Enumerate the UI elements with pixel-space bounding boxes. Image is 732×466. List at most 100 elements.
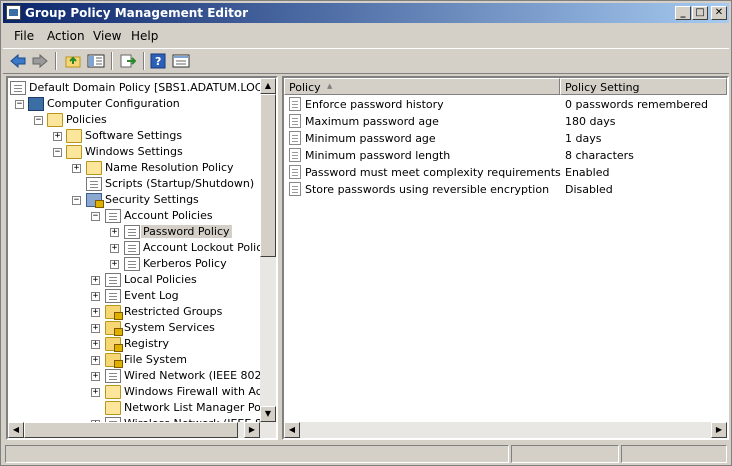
back-icon[interactable]	[8, 51, 28, 71]
toolbar-separator	[111, 52, 113, 70]
expand-toggle[interactable]: +	[91, 276, 100, 285]
tree-item[interactable]: + Name Resolution Policy	[8, 160, 260, 176]
tree-item[interactable]: + System Services	[8, 320, 260, 336]
policy-list-icon	[124, 257, 140, 271]
collapse-toggle[interactable]: −	[53, 148, 62, 157]
console-tree[interactable]: Default Domain Policy [SBS1.ADATUM.LOCAL…	[6, 76, 278, 440]
scroll-left-button[interactable]: ◀	[284, 422, 300, 438]
expand-toggle[interactable]: +	[110, 260, 119, 269]
tree-item-label: Security Settings	[105, 193, 199, 206]
expand-toggle[interactable]: +	[91, 324, 100, 333]
policy-row[interactable]: Store passwords using reversible encrypt…	[284, 181, 727, 198]
export-list-icon[interactable]	[118, 51, 138, 71]
policy-name: Maximum password age	[305, 115, 439, 128]
menu-action[interactable]: Action	[47, 29, 85, 43]
svg-text:?: ?	[155, 55, 161, 68]
scroll-down-button[interactable]: ▼	[260, 406, 276, 422]
policy-list-icon	[124, 225, 140, 239]
policy-value: 8 characters	[565, 149, 634, 162]
tree-item[interactable]: + Password Policy	[8, 224, 260, 240]
tree-item-label: Scripts (Startup/Shutdown)	[105, 177, 255, 190]
expand-toggle[interactable]: +	[91, 372, 100, 381]
tree-item[interactable]: + Event Log	[8, 288, 260, 304]
forward-icon[interactable]	[30, 51, 50, 71]
tree-item-label: System Services	[124, 321, 215, 334]
policy-value: Disabled	[565, 183, 613, 196]
menu-view[interactable]: View	[93, 29, 121, 43]
tree-item-label: Password Policy	[141, 225, 232, 238]
policy-list-icon	[105, 273, 121, 287]
collapse-toggle[interactable]: −	[15, 100, 24, 109]
tree-item[interactable]: + Account Lockout Policy	[8, 240, 269, 256]
computer-icon	[28, 97, 44, 111]
expand-toggle[interactable]: +	[91, 292, 100, 301]
expand-toggle[interactable]: +	[53, 132, 62, 141]
policy-row[interactable]: Minimum password length 8 characters	[284, 147, 727, 164]
maximize-button[interactable]: □	[692, 6, 708, 20]
expand-toggle[interactable]: +	[91, 356, 100, 365]
column-header-policy-setting[interactable]: Policy Setting	[560, 78, 727, 95]
tree-item[interactable]: − Computer Configuration	[8, 96, 260, 112]
policy-row[interactable]: Password must meet complexity requiremen…	[284, 164, 727, 181]
scroll-left-button[interactable]: ◀	[8, 422, 24, 438]
policy-setting-icon	[289, 114, 301, 128]
properties-icon[interactable]	[171, 51, 191, 71]
tree-item[interactable]: + Registry	[8, 336, 260, 352]
folder-icon	[105, 401, 121, 415]
policy-row[interactable]: Enforce password history 0 passwords reme…	[284, 96, 727, 113]
expand-toggle[interactable]: +	[72, 164, 81, 173]
menu-help[interactable]: Help	[131, 29, 158, 43]
tree-item[interactable]: − Policies	[8, 112, 260, 128]
minimize-button[interactable]: _	[675, 6, 691, 20]
policy-value: 1 days	[565, 132, 602, 145]
expand-toggle[interactable]: +	[91, 388, 100, 397]
scroll-right-button[interactable]: ▶	[244, 422, 260, 438]
title-bar[interactable]: Group Policy Management Editor _ □ ✕	[3, 3, 729, 23]
list-horizontal-scrollbar[interactable]: ◀ ▶	[284, 422, 727, 438]
tree-item[interactable]: + Local Policies	[8, 272, 260, 288]
policy-name: Minimum password age	[305, 132, 436, 145]
scroll-up-button[interactable]: ▲	[260, 78, 276, 94]
collapse-toggle[interactable]: −	[72, 196, 81, 205]
tree-item[interactable]: + Software Settings	[8, 128, 260, 144]
tree-item-label: Local Policies	[124, 273, 197, 286]
tree-item[interactable]: + Windows Firewall with Advar	[8, 384, 276, 400]
up-folder-icon[interactable]	[63, 51, 83, 71]
policy-row[interactable]: Minimum password age 1 days	[284, 130, 727, 147]
scroll-thumb[interactable]	[260, 94, 276, 257]
scroll-thumb[interactable]	[24, 422, 238, 438]
collapse-toggle[interactable]: −	[91, 212, 100, 221]
tree-item[interactable]: − Windows Settings	[8, 144, 260, 160]
column-header-policy[interactable]: Policy ▲	[284, 78, 560, 95]
expand-toggle[interactable]: +	[110, 244, 119, 253]
toolbar-separator	[143, 52, 145, 70]
tree-item[interactable]: + File System	[8, 352, 260, 368]
folder-lock-icon	[105, 305, 123, 320]
tree-item-label: Computer Configuration	[47, 97, 180, 110]
app-icon[interactable]	[6, 5, 21, 20]
policy-list-icon	[105, 289, 121, 303]
tree-item[interactable]: Default Domain Policy [SBS1.ADATUM.LOCAL…	[8, 80, 276, 96]
tree-item[interactable]: − Security Settings	[8, 192, 260, 208]
menu-file[interactable]: File	[14, 29, 34, 43]
tree-item[interactable]: Network List Manager Policie	[8, 400, 276, 416]
scroll-right-button[interactable]: ▶	[711, 422, 727, 438]
tree-vertical-scrollbar[interactable]: ▲ ▼	[260, 78, 276, 422]
collapse-toggle[interactable]: −	[34, 116, 43, 125]
close-button[interactable]: ✕	[711, 6, 727, 20]
tree-item[interactable]: + Kerberos Policy	[8, 256, 260, 272]
help-icon[interactable]: ?	[148, 51, 168, 71]
tree-item[interactable]: − Account Policies	[8, 208, 260, 224]
tree-item[interactable]: + Wired Network (IEEE 802.3)	[8, 368, 276, 384]
policy-row[interactable]: Maximum password age 180 days	[284, 113, 727, 130]
tree-horizontal-scrollbar[interactable]: ◀ ▶	[8, 422, 276, 438]
details-pane[interactable]: Policy ▲ Policy Setting Enforce password…	[282, 76, 729, 440]
tree-item[interactable]: Scripts (Startup/Shutdown)	[8, 176, 260, 192]
column-label: Policy	[289, 81, 321, 94]
folder-icon	[66, 129, 82, 143]
show-hide-tree-icon[interactable]	[86, 51, 106, 71]
tree-item[interactable]: + Restricted Groups	[8, 304, 260, 320]
expand-toggle[interactable]: +	[110, 228, 119, 237]
expand-toggle[interactable]: +	[91, 340, 100, 349]
expand-toggle[interactable]: +	[91, 308, 100, 317]
